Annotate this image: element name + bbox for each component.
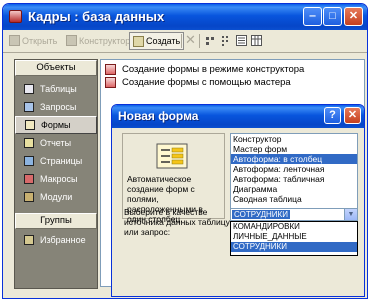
form-type-item[interactable]: Автоформа: табличная (231, 174, 357, 184)
sidebar-item-label: Таблицы (40, 84, 77, 94)
close-button[interactable]: ✕ (344, 7, 363, 26)
page-icon (24, 156, 34, 166)
dialog-title: Новая форма (118, 109, 199, 123)
toolbar-separator (199, 34, 200, 48)
database-icon (9, 10, 22, 23)
query-icon (24, 102, 34, 112)
minimize-button[interactable]: ‒ (303, 7, 322, 26)
help-button[interactable]: ? (324, 107, 341, 124)
data-source-option[interactable]: ЛИЧНЫЕ_ДАННЫЕ (231, 232, 357, 242)
toolbar: Открыть Конструктор Создать ✕ (3, 30, 367, 53)
small-icons-icon[interactable] (221, 35, 232, 46)
data-source-combo[interactable]: СОТРУДНИКИ ▼ (230, 208, 358, 221)
form-icon (25, 120, 35, 130)
form-preview-icon (156, 143, 188, 169)
sidebar-item-label: Отчеты (40, 138, 72, 148)
form-type-item[interactable]: Конструктор (231, 134, 357, 144)
details-view-icon[interactable] (251, 35, 262, 46)
new-form-dialog: Новая форма ? ✕ Автоматическое создание … (111, 104, 365, 297)
data-source-option-selected[interactable]: СОТРУДНИКИ (231, 242, 357, 252)
create-label: Создать (146, 36, 181, 46)
module-icon (24, 192, 34, 202)
favorites-folder-icon (24, 235, 34, 245)
sidebar-item-forms[interactable]: Формы (15, 116, 97, 134)
large-icons-icon[interactable] (205, 35, 216, 46)
macro-icon (24, 174, 34, 184)
create-form-icon (105, 77, 116, 88)
groups-header[interactable]: Группы (15, 213, 97, 229)
list-item[interactable]: Создание формы в режиме конструктора (105, 64, 304, 75)
sidebar-item-label: Макросы (40, 174, 78, 184)
data-source-option[interactable]: КОМАНДИРОВКИ (231, 222, 357, 232)
form-type-item[interactable]: Диаграмма (231, 184, 357, 194)
data-source-label: Выберите в качестве источника данных таб… (124, 207, 230, 237)
delete-icon[interactable]: ✕ (185, 32, 196, 48)
objects-header[interactable]: Объекты (15, 60, 97, 76)
data-source-value: СОТРУДНИКИ (232, 210, 290, 219)
list-item-label: Создание формы в режиме конструктора (122, 64, 305, 75)
sidebar-item-label: Формы (41, 120, 71, 130)
form-type-item[interactable]: Сводная таблица (231, 194, 357, 204)
dialog-title-bar[interactable]: Новая форма ? ✕ (112, 105, 364, 128)
sidebar-item-pages[interactable]: Страницы (15, 152, 97, 170)
form-type-item[interactable]: Мастер форм (231, 144, 357, 154)
create-icon (133, 35, 144, 47)
create-form-icon (105, 64, 116, 75)
maximize-button[interactable]: □ (323, 7, 342, 26)
sidebar-item-label: Избранное (40, 235, 86, 245)
sidebar-item-queries[interactable]: Запросы (15, 98, 97, 116)
open-label: Открыть (22, 35, 58, 46)
list-item[interactable]: Создание формы с помощью мастера (105, 77, 291, 88)
window-title: Кадры : база данных (28, 9, 165, 24)
form-type-item-selected[interactable]: Автоформа: в столбец (231, 154, 357, 164)
form-type-item[interactable]: Автоформа: ленточная (231, 164, 357, 174)
sidebar-item-macros[interactable]: Макросы (15, 170, 97, 188)
toolbar-separator (181, 34, 182, 48)
objects-sidebar: Объекты Таблицы Запросы Формы Отчеты Стр… (14, 59, 98, 289)
create-button[interactable]: Создать (129, 32, 185, 50)
sidebar-item-label: Модули (40, 192, 73, 202)
sidebar-item-reports[interactable]: Отчеты (15, 134, 97, 152)
designer-label: Конструктор (79, 35, 131, 46)
dialog-close-button[interactable]: ✕ (344, 107, 361, 124)
chevron-down-icon[interactable]: ▼ (344, 209, 357, 220)
open-button[interactable]: Открыть (9, 33, 57, 48)
sidebar-item-modules[interactable]: Модули (15, 188, 97, 206)
designer-button[interactable]: Конструктор (66, 33, 130, 48)
designer-icon (66, 35, 77, 46)
list-item-label: Создание формы с помощью мастера (122, 77, 291, 88)
table-icon (24, 84, 34, 94)
sidebar-item-label: Страницы (40, 156, 83, 166)
report-icon (24, 138, 34, 148)
open-icon (9, 35, 20, 46)
data-source-dropdown[interactable]: КОМАНДИРОВКИ ЛИЧНЫЕ_ДАННЫЕ СОТРУДНИКИ (230, 221, 358, 256)
sidebar-item-tables[interactable]: Таблицы (15, 80, 97, 98)
sidebar-item-label: Запросы (40, 102, 77, 112)
sidebar-item-favorites[interactable]: Избранное (15, 231, 97, 249)
title-bar[interactable]: Кадры : база данных ‒ □ ✕ (3, 4, 367, 30)
list-view-icon[interactable] (236, 35, 247, 46)
